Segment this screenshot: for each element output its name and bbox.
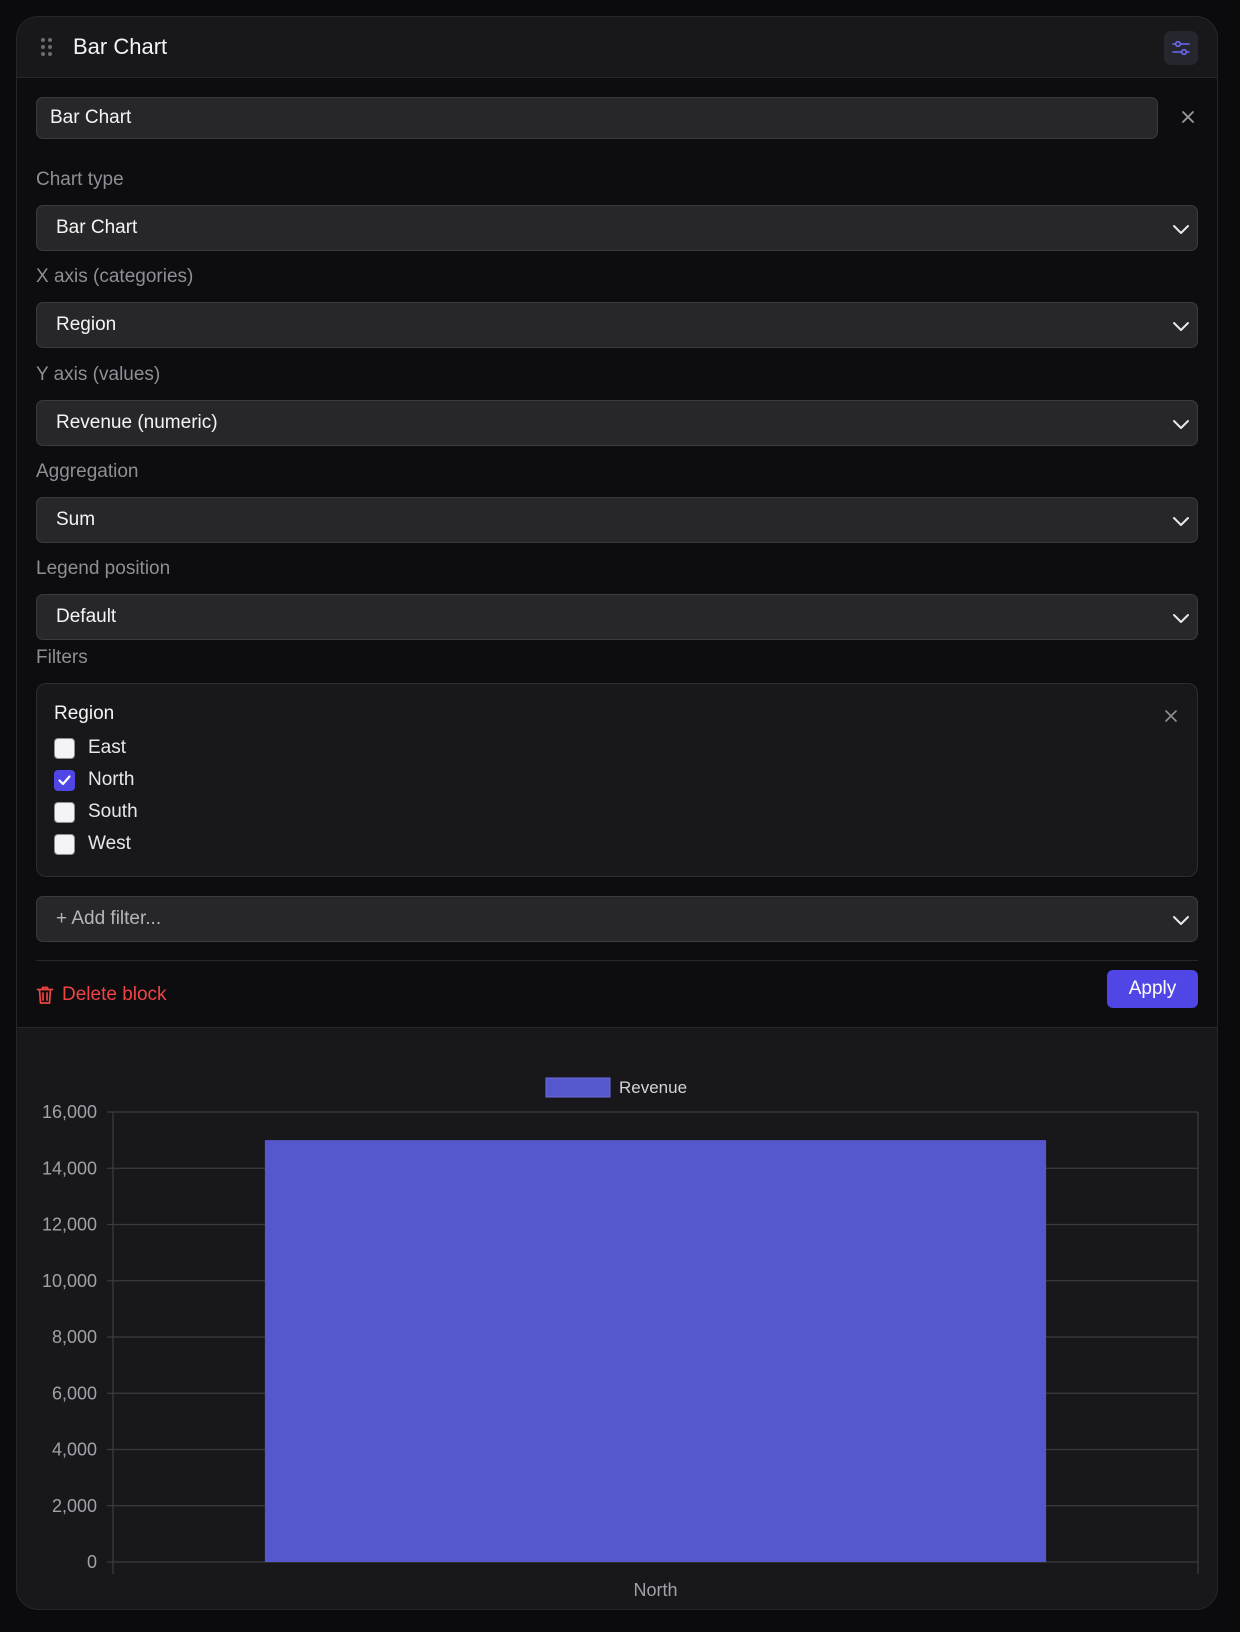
checkbox-east[interactable] <box>54 738 75 759</box>
filter-option-label: South <box>88 801 138 822</box>
x-tick-label: North <box>633 1580 677 1600</box>
y-tick-label: 4,000 <box>52 1440 97 1460</box>
legend-position-select[interactable]: Default <box>36 594 1198 640</box>
settings-panel: Chart type Bar Chart X axis (categories)… <box>17 78 1217 1028</box>
block-header: Bar Chart <box>17 17 1217 78</box>
trash-icon <box>36 986 54 1004</box>
aggregation-select[interactable]: Sum <box>36 497 1198 543</box>
block-title-input[interactable] <box>36 97 1158 139</box>
aggregation-label: Aggregation <box>36 461 139 482</box>
chevron-down-icon <box>1173 517 1189 526</box>
y-tick-label: 12,000 <box>42 1215 97 1235</box>
divider <box>36 960 1198 961</box>
delete-block-label: Delete block <box>62 984 167 1005</box>
legend-swatch <box>545 1077 611 1098</box>
y-tick-label: 6,000 <box>52 1383 97 1403</box>
block-title: Bar Chart <box>73 34 168 59</box>
checkbox-west[interactable] <box>54 834 75 855</box>
clear-title-button[interactable] <box>1178 107 1198 127</box>
chevron-down-icon <box>1173 614 1189 623</box>
y-axis-select[interactable]: Revenue (numeric) <box>36 400 1198 446</box>
chart-canvas: Revenue 0 2,000 4,000 6,000 8,000 10,000 12,000… <box>42 1077 1199 1600</box>
checkmark-icon <box>58 775 71 786</box>
add-filter-select[interactable]: + Add filter... <box>36 896 1198 942</box>
region-filter-group: Region East North South West <box>36 683 1198 877</box>
chart-block-card: Bar Chart Chart type Bar Chart X axis (c… <box>16 16 1218 1610</box>
filter-option-label: North <box>88 769 135 790</box>
filter-option-label: West <box>88 833 131 854</box>
y-axis-value: Revenue (numeric) <box>56 412 218 433</box>
chevron-down-icon <box>1173 916 1189 925</box>
legend-position-value: Default <box>56 606 117 627</box>
y-tick-label: 16,000 <box>42 1102 97 1122</box>
delete-block-button[interactable]: Delete block <box>36 981 167 1009</box>
y-tick-label: 10,000 <box>42 1271 97 1291</box>
bar-north <box>264 1140 1047 1562</box>
close-icon <box>1182 111 1194 123</box>
filter-option-label: East <box>88 737 127 758</box>
bar-chart: Revenue 0 2,000 4,000 6,000 8,000 10,000 12,000… <box>17 1029 1217 1609</box>
aggregation-value: Sum <box>56 509 96 530</box>
close-icon <box>1165 710 1177 722</box>
y-tick-label: 0 <box>87 1552 97 1572</box>
chevron-down-icon <box>1173 420 1189 429</box>
settings-sliders-icon <box>1172 40 1190 56</box>
checkbox-south[interactable] <box>54 802 75 823</box>
filter-group-title: Region <box>54 703 115 724</box>
remove-filter-button[interactable] <box>1162 707 1180 725</box>
chart-type-select[interactable]: Bar Chart <box>36 205 1198 251</box>
add-filter-placeholder: + Add filter... <box>56 908 162 929</box>
apply-button[interactable]: Apply <box>1107 970 1198 1008</box>
chart-type-label: Chart type <box>36 169 124 190</box>
settings-button[interactable] <box>1164 31 1198 65</box>
filters-label: Filters <box>36 647 88 668</box>
x-axis-value: Region <box>56 314 117 335</box>
checkbox-north[interactable] <box>54 770 75 791</box>
y-axis-label: Y axis (values) <box>36 364 161 385</box>
chevron-down-icon <box>1173 225 1189 234</box>
y-tick-label: 14,000 <box>42 1158 97 1178</box>
y-tick-label: 2,000 <box>52 1496 97 1516</box>
chart-type-value: Bar Chart <box>56 217 138 238</box>
y-tick-label: 8,000 <box>52 1327 97 1347</box>
chevron-down-icon <box>1173 322 1189 331</box>
x-axis-select[interactable]: Region <box>36 302 1198 348</box>
legend-position-label: Legend position <box>36 558 171 579</box>
legend-label: Revenue <box>619 1078 687 1097</box>
drag-handle-icon[interactable] <box>41 38 53 58</box>
x-axis-label: X axis (categories) <box>36 266 194 287</box>
